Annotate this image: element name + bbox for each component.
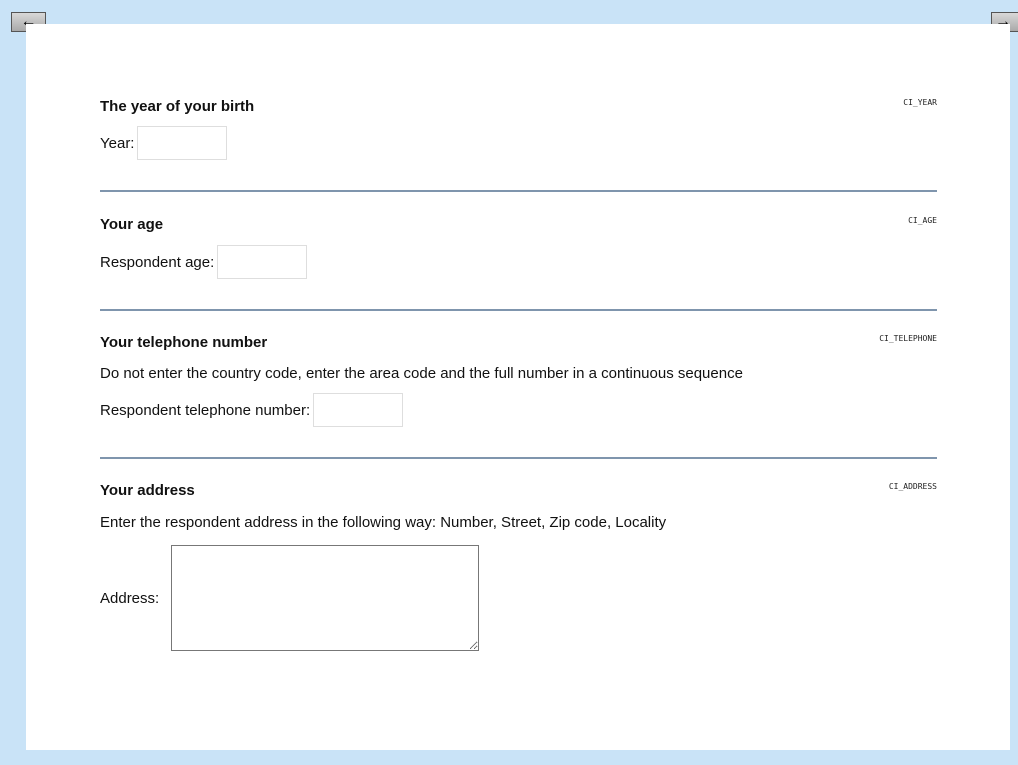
year-input[interactable] [137,126,228,160]
telephone-input[interactable] [313,393,404,427]
question-title: The year of your birth [100,98,255,115]
question-title: Your address [100,482,195,499]
age-label: Respondent age: [100,253,215,271]
question-code: CI_AGE [908,216,937,225]
divider [100,190,937,192]
divider [100,457,937,459]
address-textarea[interactable] [171,545,480,651]
age-input[interactable] [217,245,308,279]
question-code: CI_YEAR [903,98,937,107]
question-telephone: Your telephone number CI_TELEPHONE Do no… [100,334,937,434]
question-description: Do not enter the country code, enter the… [100,365,743,382]
year-label: Year: [100,134,135,152]
year-row: Year: [100,126,228,160]
questionnaire-page: The year of your birth CI_YEAR Year: You… [26,24,1010,750]
question-age: Your age CI_AGE Respondent age: [100,216,937,286]
question-year: The year of your birth CI_YEAR Year: [100,98,937,168]
telephone-row: Respondent telephone number: [100,393,404,427]
address-label: Address: [100,589,160,607]
question-address: Your address CI_ADDRESS Enter the respon… [100,482,937,662]
age-row: Respondent age: [100,245,308,279]
question-title: Your age [100,216,164,233]
telephone-label: Respondent telephone number: [100,401,311,419]
question-code: CI_ADDRESS [888,482,937,491]
question-description: Enter the respondent address in the foll… [100,514,667,531]
question-title: Your telephone number [100,334,268,351]
question-code: CI_TELEPHONE [879,334,937,343]
address-row: Address: [100,545,480,651]
divider [100,309,937,311]
